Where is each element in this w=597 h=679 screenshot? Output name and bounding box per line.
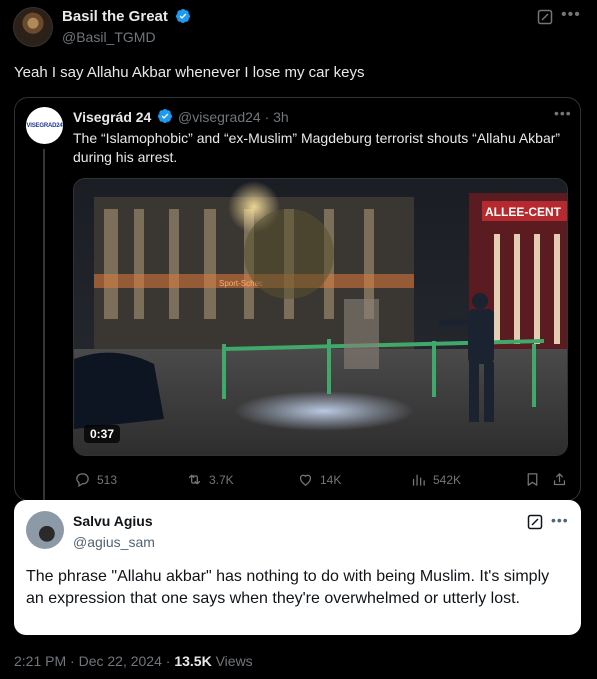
- more-icon[interactable]: •••: [554, 105, 572, 121]
- views-chart-icon: [412, 474, 425, 486]
- quoted-age[interactable]: · 3h: [265, 109, 289, 125]
- reply-text: The phrase "Allahu akbar" has nothing to…: [26, 568, 550, 607]
- views-label: Views: [215, 653, 253, 669]
- like-count: 14K: [320, 472, 342, 487]
- tweet-date[interactable]: Dec 22, 2024: [79, 653, 162, 669]
- tweet-meta: 2:21 PM · Dec 22, 2024 · 13.5K Views: [14, 653, 253, 669]
- author-handle[interactable]: @Basil_TGMD: [62, 29, 156, 45]
- video-thumbnail[interactable]: Sport-Schec ALLEE-CENT: [73, 178, 568, 456]
- heart-icon: [299, 474, 312, 486]
- quoted-handle-text[interactable]: @visegrad24: [178, 109, 261, 125]
- quoted-avatar-logo-text: VISEGRAD24: [26, 122, 63, 129]
- allee-center-sign: ALLEE-CENT: [485, 205, 562, 219]
- reply-author-name[interactable]: Salvu Agius: [73, 513, 153, 529]
- views-action[interactable]: 542K: [410, 471, 461, 488]
- quoted-author-handle[interactable]: @visegrad24 · 3h: [178, 109, 289, 125]
- repost-count: 3.7K: [209, 472, 234, 487]
- tweet-time[interactable]: 2:21 PM: [14, 653, 66, 669]
- reply-count: 513: [97, 472, 118, 487]
- tweet-text: Yeah I say Allahu Akbar whenever I lose …: [14, 64, 365, 81]
- more-icon[interactable]: •••: [561, 6, 581, 24]
- thread-line: [43, 149, 45, 501]
- repost-icon: [188, 474, 201, 485]
- bookmark-action[interactable]: [524, 471, 541, 488]
- reply-author-handle[interactable]: @agius_sam: [73, 534, 155, 550]
- more-icon[interactable]: •••: [551, 512, 569, 528]
- author-avatar[interactable]: [13, 7, 53, 47]
- grok-icon[interactable]: [537, 9, 553, 25]
- quoted-tweet-text: The “Islamophobic” and “ex-Muslim” Magde…: [73, 130, 561, 165]
- quoted-author-avatar[interactable]: VISEGRAD24: [26, 107, 63, 144]
- share-action[interactable]: [551, 471, 568, 488]
- verified-badge-icon: [176, 9, 190, 23]
- reply-author-avatar[interactable]: [26, 511, 64, 549]
- view-count: 542K: [433, 472, 462, 487]
- author-name[interactable]: Basil the Great: [62, 8, 168, 25]
- reply-icon: [76, 473, 89, 488]
- grok-icon[interactable]: [527, 514, 543, 530]
- views-count: 13.5K: [174, 653, 212, 669]
- bookmark-icon: [527, 473, 538, 486]
- repost-action[interactable]: 3.7K: [186, 471, 234, 488]
- video-duration-badge: 0:37: [84, 425, 121, 443]
- reply-action[interactable]: 513: [74, 471, 117, 488]
- meta-separator: ·: [70, 653, 75, 669]
- like-action[interactable]: 14K: [297, 471, 341, 488]
- quoted-author-name[interactable]: Visegrád 24: [73, 109, 151, 125]
- meta-separator: ·: [165, 653, 171, 669]
- verified-badge-icon: [158, 109, 172, 123]
- share-icon: [553, 473, 566, 486]
